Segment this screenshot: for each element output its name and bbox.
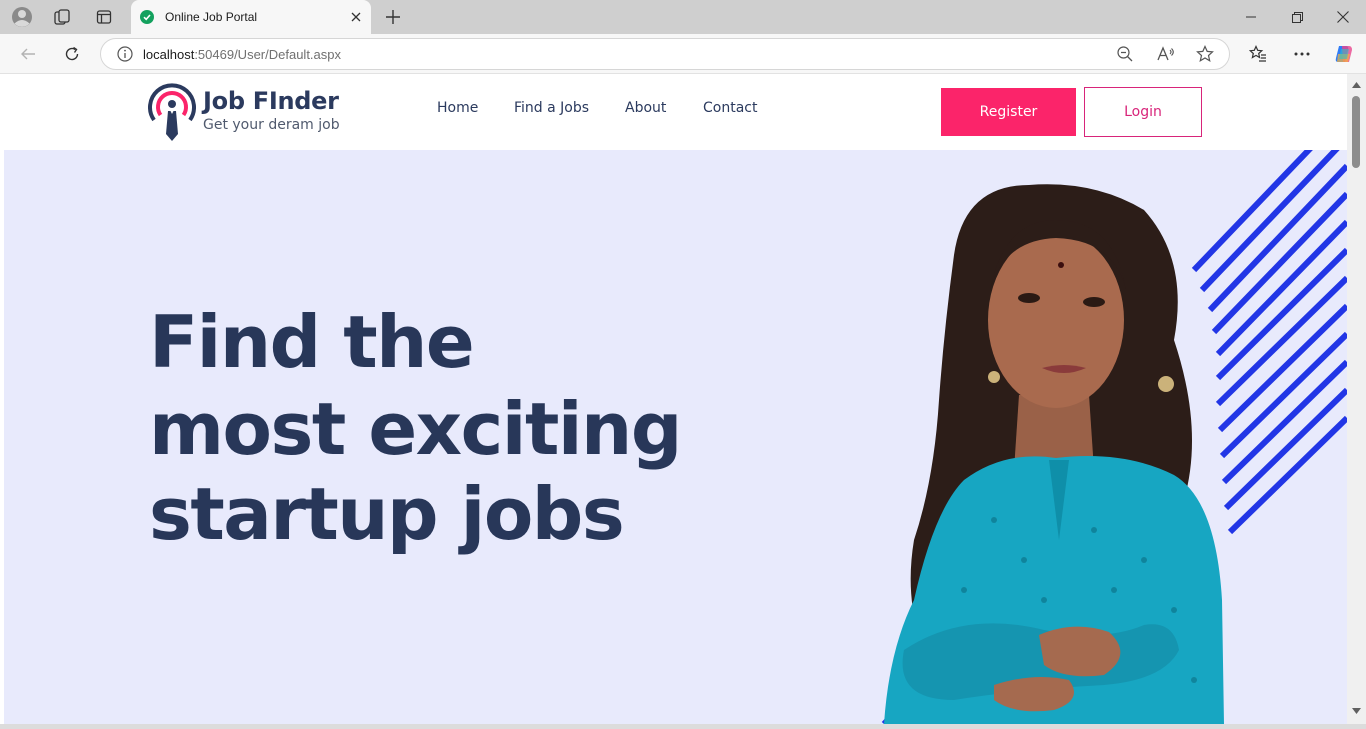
hero-heading-line-3: startup jobs	[149, 472, 625, 556]
restore-icon	[1291, 11, 1303, 23]
refresh-icon	[65, 46, 79, 61]
nav-contact[interactable]: Contact	[703, 100, 757, 124]
more-icon	[1294, 52, 1310, 56]
scroll-thumb[interactable]	[1352, 96, 1360, 168]
browser-toolbar: localhost:50469/User/Default.aspx	[0, 34, 1366, 74]
minimize-icon	[1246, 16, 1256, 18]
url-host: localhost	[143, 46, 195, 62]
minimize-button[interactable]	[1236, 0, 1266, 34]
logo-icon[interactable]	[148, 82, 196, 142]
url-text: localhost:50469/User/Default.aspx	[143, 47, 341, 62]
register-button[interactable]: Register	[941, 88, 1076, 136]
nav-about[interactable]: About	[625, 100, 666, 124]
more-menu-button[interactable]	[1288, 37, 1316, 71]
tab-close-button[interactable]	[341, 2, 371, 32]
favorites-button[interactable]	[1244, 37, 1272, 71]
site-header: Job FInder Get your deram job Home Find …	[4, 74, 1347, 150]
window-close-button[interactable]	[1328, 0, 1358, 34]
new-tab-button[interactable]	[377, 0, 409, 34]
zoom-button[interactable]	[1117, 46, 1133, 67]
copilot-icon	[1335, 46, 1352, 62]
browser-tab-bar: Online Job Portal	[0, 0, 1366, 34]
window-bottom-edge	[0, 724, 1366, 729]
nav-find-jobs[interactable]: Find a Jobs	[514, 100, 589, 124]
browser-tab-active[interactable]: Online Job Portal	[131, 0, 371, 34]
refresh-button[interactable]	[58, 37, 86, 71]
read-aloud-icon	[1157, 46, 1174, 61]
vertical-tabs-button[interactable]	[90, 0, 118, 34]
login-button[interactable]: Login	[1084, 87, 1202, 137]
tab-actions-icon	[96, 10, 112, 24]
url-path: :50469/User/Default.aspx	[194, 46, 342, 62]
site-logo-tagline: Get your deram job	[203, 117, 340, 133]
copilot-button[interactable]	[1330, 37, 1358, 71]
profile-button[interactable]	[8, 0, 36, 34]
close-icon	[1337, 11, 1349, 23]
workspaces-icon	[54, 9, 70, 25]
restore-button[interactable]	[1282, 0, 1312, 34]
back-button[interactable]	[14, 37, 42, 71]
tab-title: Online Job Portal	[165, 10, 258, 24]
check-favicon-icon	[140, 10, 154, 24]
zoom-out-icon	[1117, 46, 1133, 62]
workspaces-button[interactable]	[48, 0, 76, 34]
nav-home[interactable]: Home	[437, 100, 478, 124]
plus-icon	[386, 10, 400, 24]
web-page: Job FInder Get your deram job Home Find …	[4, 74, 1347, 724]
scroll-up-arrow-icon[interactable]	[1352, 82, 1361, 88]
favorites-list-icon	[1249, 45, 1266, 62]
star-icon	[1196, 45, 1214, 63]
favorite-button[interactable]	[1196, 45, 1214, 68]
address-bar[interactable]: localhost:50469/User/Default.aspx	[100, 38, 1230, 70]
hero-heading-line-2: most exciting	[149, 387, 682, 471]
hero-heading-line-1: Find the	[149, 300, 475, 384]
page-scrollbar[interactable]	[1347, 74, 1366, 724]
hero-person-image	[884, 184, 1224, 724]
site-logo-title[interactable]: Job FInder	[203, 87, 339, 115]
profile-icon	[12, 7, 32, 27]
scroll-down-arrow-icon[interactable]	[1352, 708, 1361, 714]
info-icon[interactable]	[117, 46, 133, 62]
read-aloud-button[interactable]	[1157, 46, 1175, 67]
close-icon	[351, 12, 361, 22]
hero-section: Find the most exciting startup jobs	[4, 150, 1347, 724]
arrow-left-icon	[21, 48, 35, 60]
